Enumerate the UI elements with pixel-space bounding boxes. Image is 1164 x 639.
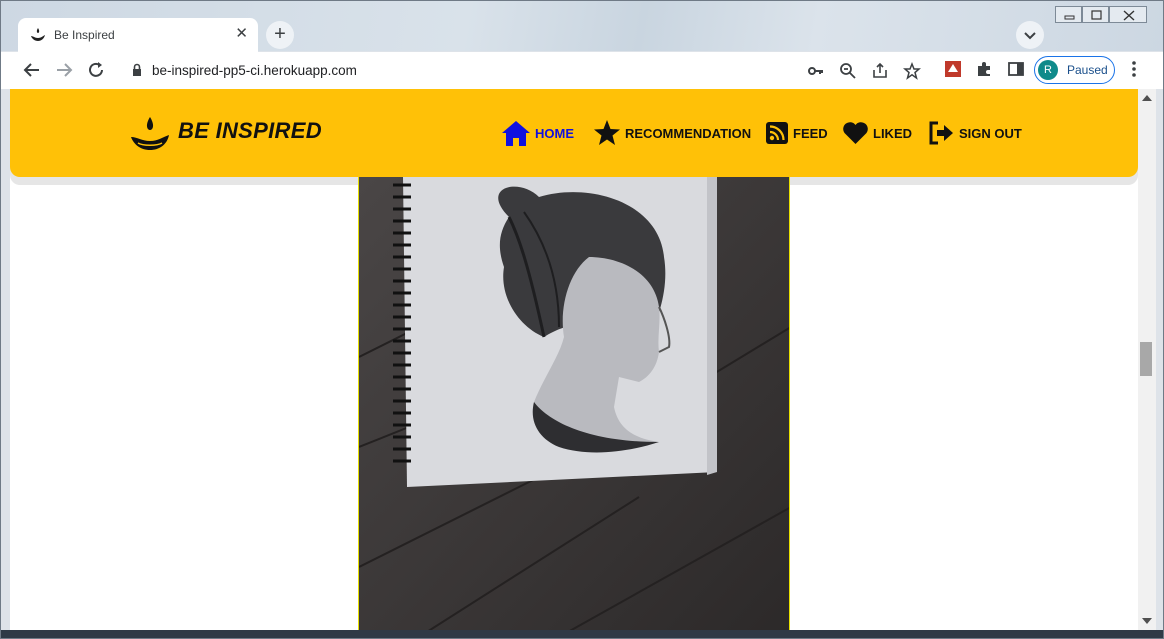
sign-out-icon <box>929 121 953 145</box>
page-viewport: BE INSPIRED HOME RECOMMENDATION FEED LIK… <box>10 89 1138 630</box>
reload-icon[interactable] <box>86 60 106 80</box>
scroll-thumb[interactable] <box>1140 342 1152 376</box>
new-tab-button[interactable]: + <box>266 21 294 49</box>
extension-logo-icon[interactable] <box>944 60 962 78</box>
post-image[interactable] <box>358 177 790 630</box>
nav-sign-out-label: SIGN OUT <box>959 125 1022 141</box>
nav-feed-label: FEED <box>793 125 828 141</box>
tab-search-button[interactable] <box>1016 21 1044 49</box>
diya-lamp-icon <box>131 117 169 150</box>
close-icon <box>1123 10 1135 21</box>
forward-icon[interactable] <box>54 60 74 80</box>
minimize-button[interactable] <box>1055 6 1082 23</box>
tab-title: Be Inspired <box>54 28 115 42</box>
address-bar[interactable]: be-inspired-pp5-ci.herokuapp.com <box>121 54 1021 86</box>
browser-window: Be Inspired ✕ + be-inspired-pp5-ci.herok… <box>0 0 1164 639</box>
brand-name: BE INSPIRED <box>178 118 322 143</box>
tab-close-icon[interactable]: ✕ <box>235 25 248 43</box>
nav-feed[interactable]: FEED <box>765 118 828 148</box>
home-icon <box>502 121 530 146</box>
window-bottom-edge <box>1 630 1163 638</box>
url-text: be-inspired-pp5-ci.herokuapp.com <box>152 63 357 78</box>
title-bar: Be Inspired ✕ + <box>1 1 1163 52</box>
more-menu-icon[interactable] <box>1125 59 1143 79</box>
nav-sign-out[interactable]: SIGN OUT <box>928 118 1022 148</box>
diya-lamp-icon <box>31 28 45 41</box>
back-icon[interactable] <box>22 60 42 80</box>
share-icon[interactable] <box>871 62 889 80</box>
nav-liked[interactable]: LIKED <box>842 118 912 148</box>
puzzle-icon[interactable] <box>975 60 993 78</box>
nav-liked-label: LIKED <box>873 125 912 141</box>
browser-tab[interactable]: Be Inspired ✕ <box>18 18 258 52</box>
profile-button[interactable]: R Paused <box>1034 56 1115 84</box>
close-window-button[interactable] <box>1109 6 1147 23</box>
nav-recommendation-label: RECOMMENDATION <box>625 125 752 141</box>
restore-icon <box>1091 10 1102 20</box>
nav-recommendation[interactable]: RECOMMENDATION <box>593 118 751 148</box>
rss-icon <box>766 122 788 144</box>
vertical-scrollbar[interactable] <box>1138 89 1156 630</box>
nav-home-label: HOME <box>535 125 574 141</box>
site-navbar: BE INSPIRED HOME RECOMMENDATION FEED LIK… <box>10 89 1138 177</box>
side-panel-icon[interactable] <box>1007 60 1025 78</box>
avatar: R <box>1038 60 1058 80</box>
nav-home[interactable]: HOME <box>501 118 574 148</box>
heart-icon <box>843 122 868 144</box>
zoom-icon[interactable] <box>839 62 857 80</box>
restore-button[interactable] <box>1082 6 1109 23</box>
star-icon <box>594 120 620 145</box>
bookmark-star-icon[interactable] <box>903 62 921 80</box>
minimize-icon <box>1064 15 1075 20</box>
lock-icon <box>133 63 141 76</box>
chevron-down-icon <box>1024 32 1036 40</box>
key-icon[interactable] <box>807 62 825 80</box>
scroll-down-icon[interactable] <box>1142 618 1152 624</box>
sketch-of-woman-image <box>359 177 789 630</box>
profile-status: Paused <box>1067 63 1108 77</box>
scroll-up-icon[interactable] <box>1142 95 1152 101</box>
